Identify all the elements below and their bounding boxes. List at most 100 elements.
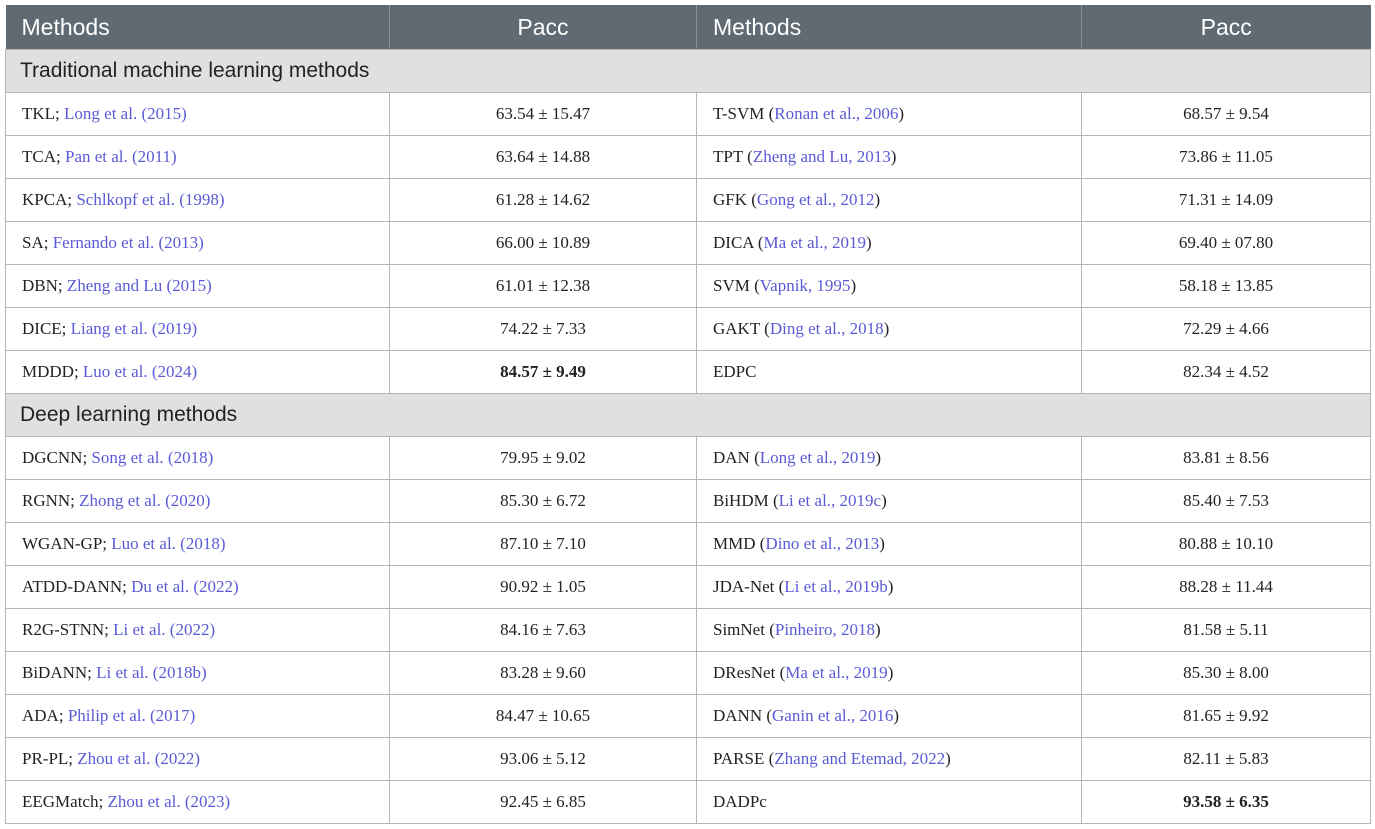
citation-link[interactable]: Luo et al. (2024) [83, 362, 197, 381]
method-name: BiHDM ( [713, 491, 779, 510]
citation-suffix: ) [865, 233, 872, 252]
method-name: DBN; [22, 276, 67, 295]
citation-link[interactable]: Zhou et al. (2022) [77, 749, 200, 768]
citation-suffix: ) [850, 276, 857, 295]
method-name: T-SVM ( [713, 104, 775, 123]
section-title: Deep learning methods [5, 393, 1371, 437]
citation-suffix: ) [890, 147, 897, 166]
section-header-row: Deep learning methods [5, 393, 1371, 437]
method-cell: MDDD; Luo et al. (2024) [5, 350, 390, 394]
method-cell: BiHDM (Li et al., 2019c) [696, 479, 1082, 523]
method-cell: EEGMatch; Zhou et al. (2023) [5, 780, 390, 824]
method-cell: RGNN; Zhong et al. (2020) [5, 479, 390, 523]
citation-link[interactable]: Zhang and Etemad, 2022 [774, 749, 945, 768]
method-name: TCA; [22, 147, 65, 166]
method-cell: EDPC [696, 350, 1082, 394]
citation-link[interactable]: Li et al. (2022) [113, 620, 215, 639]
citation-link[interactable]: Zheng and Lu (2015) [67, 276, 212, 295]
citation-link[interactable]: Ma et al., 2019 [785, 663, 887, 682]
method-cell: TPT (Zheng and Lu, 2013) [696, 135, 1082, 179]
method-name: TKL; [22, 104, 65, 123]
pacc-value-cell: 83.81 ± 8.56 [1081, 436, 1371, 480]
pacc-value-cell: 82.11 ± 5.83 [1081, 737, 1371, 781]
method-cell: DANN (Ganin et al., 2016) [696, 694, 1082, 738]
table-row: DICE; Liang et al. (2019) 74.22 ± 7.33 GAK… [5, 307, 1371, 351]
pacc-value-cell: 63.54 ± 15.47 [389, 92, 697, 136]
table-row: MDDD; Luo et al. (2024) 84.57 ± 9.49 EDPC 8… [5, 350, 1371, 394]
citation-link[interactable]: Du et al. (2022) [131, 577, 239, 596]
citation-link[interactable]: Pan et al. (2011) [65, 147, 177, 166]
method-cell: DICA (Ma et al., 2019) [696, 221, 1082, 265]
method-name: MMD ( [713, 534, 766, 553]
method-cell: PARSE (Zhang and Etemad, 2022) [696, 737, 1082, 781]
table-row: RGNN; Zhong et al. (2020) 85.30 ± 6.72 BiH… [5, 479, 1371, 523]
citation-link[interactable]: Zheng and Lu, 2013 [753, 147, 891, 166]
method-name: WGAN-GP; [22, 534, 112, 553]
citation-link[interactable]: Ronan et al., 2006 [774, 104, 898, 123]
method-name: PARSE ( [713, 749, 775, 768]
method-name: EDPC [713, 362, 757, 381]
method-name: DGCNN; [22, 448, 92, 467]
table-row: ADA; Philip et al. (2017) 84.47 ± 10.65 DA… [5, 694, 1371, 738]
method-name: GAKT ( [713, 319, 770, 338]
pacc-value-cell: 81.65 ± 9.92 [1081, 694, 1371, 738]
citation-link[interactable]: Li et al. (2018b) [96, 663, 206, 682]
pacc-value-cell: 72.29 ± 4.66 [1081, 307, 1371, 351]
citation-link[interactable]: Ganin et al., 2016 [772, 706, 893, 725]
method-name: RGNN; [22, 491, 80, 510]
method-name: JDA-Net ( [713, 577, 785, 596]
method-cell: ADA; Philip et al. (2017) [5, 694, 390, 738]
citation-link[interactable]: Fernando et al. (2013) [53, 233, 204, 252]
method-cell: TKL; Long et al. (2015) [5, 92, 390, 136]
citation-link[interactable]: Li et al., 2019c [779, 491, 881, 510]
citation-link[interactable]: Philip et al. (2017) [68, 706, 195, 725]
citation-link[interactable]: Liang et al. (2019) [71, 319, 198, 338]
method-cell: DBN; Zheng and Lu (2015) [5, 264, 390, 308]
method-name: EEGMatch; [22, 792, 108, 811]
table-row: DGCNN; Song et al. (2018) 79.95 ± 9.02 DAN… [5, 436, 1371, 480]
pacc-value-cell: 93.58 ± 6.35 [1081, 780, 1371, 824]
table-row: DBN; Zheng and Lu (2015) 61.01 ± 12.38 SVM… [5, 264, 1371, 308]
citation-suffix: ) [875, 448, 882, 467]
citation-link[interactable]: Long et al., 2019 [760, 448, 876, 467]
citation-link[interactable]: Schlkopf et al. (1998) [76, 190, 224, 209]
method-name: DAN ( [713, 448, 760, 467]
method-name: DADPc [713, 792, 767, 811]
method-cell: WGAN-GP; Luo et al. (2018) [5, 522, 390, 566]
results-table-container: Methods Pacc Methods Pacc Traditional ma… [5, 5, 1371, 824]
method-cell: DResNet (Ma et al., 2019) [696, 651, 1082, 695]
citation-link[interactable]: Li et al., 2019b [784, 577, 887, 596]
method-name: KPCA; [22, 190, 77, 209]
table-row: SA; Fernando et al. (2013) 66.00 ± 10.89 D… [5, 221, 1371, 265]
table-row: ATDD-DANN; Du et al. (2022) 90.92 ± 1.05 J… [5, 565, 1371, 609]
citation-link[interactable]: Dino et al., 2013 [765, 534, 879, 553]
method-name: GFK ( [713, 190, 757, 209]
header-pacc-left: Pacc [389, 5, 697, 50]
pacc-value-cell: 71.31 ± 14.09 [1081, 178, 1371, 222]
citation-link[interactable]: Ma et al., 2019 [764, 233, 866, 252]
citation-link[interactable]: Ding et al., 2018 [770, 319, 884, 338]
method-name: DICE; [22, 319, 71, 338]
table-row: PR-PL; Zhou et al. (2022) 93.06 ± 5.12 PAR… [5, 737, 1371, 781]
citation-link[interactable]: Pinheiro, 2018 [775, 620, 875, 639]
table-row: TCA; Pan et al. (2011) 63.64 ± 14.88 TPT (… [5, 135, 1371, 179]
table-body: Traditional machine learning methods TKL;… [5, 49, 1371, 824]
table-row: WGAN-GP; Luo et al. (2018) 87.10 ± 7.10 MM… [5, 522, 1371, 566]
citation-link[interactable]: Zhong et al. (2020) [79, 491, 210, 510]
header-methods-left: Methods [5, 5, 390, 50]
pacc-value-cell: 84.47 ± 10.65 [389, 694, 697, 738]
method-cell: PR-PL; Zhou et al. (2022) [5, 737, 390, 781]
citation-link[interactable]: Long et al. (2015) [64, 104, 187, 123]
pacc-value-cell: 83.28 ± 9.60 [389, 651, 697, 695]
pacc-value-cell: 74.22 ± 7.33 [389, 307, 697, 351]
citation-suffix: ) [881, 491, 887, 510]
citation-link[interactable]: Luo et al. (2018) [111, 534, 225, 553]
citation-link[interactable]: Gong et al., 2012 [757, 190, 875, 209]
pacc-value-cell: 84.16 ± 7.63 [389, 608, 697, 652]
citation-link[interactable]: Vapnik, 1995 [760, 276, 851, 295]
pacc-value-cell: 85.30 ± 8.00 [1081, 651, 1371, 695]
citation-link[interactable]: Song et al. (2018) [91, 448, 213, 467]
citation-suffix: ) [887, 663, 894, 682]
method-cell: BiDANN; Li et al. (2018b) [5, 651, 390, 695]
citation-link[interactable]: Zhou et al. (2023) [107, 792, 230, 811]
